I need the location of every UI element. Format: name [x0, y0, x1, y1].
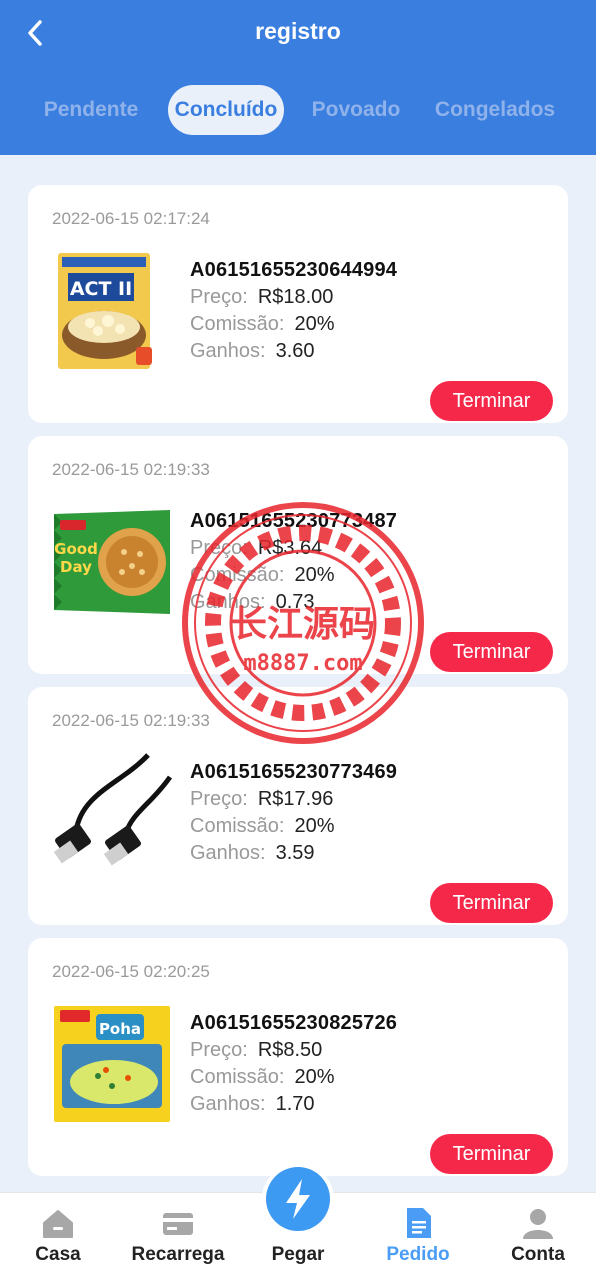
commission-label: Comissão:: [190, 1066, 285, 1088]
tab-bar: Pendente Concluído Povoado Congelados: [0, 85, 596, 135]
earnings-label: Ganhos:: [190, 1093, 266, 1115]
nav-pegar-label: Pegar: [271, 1244, 325, 1265]
nav-recarrega-label: Recarrega: [131, 1244, 225, 1265]
order-time: 2022-06-15 02:17:24: [52, 209, 210, 228]
tab-concluido[interactable]: Concluído: [168, 85, 284, 135]
price-label: Preço:: [190, 1039, 248, 1061]
commission-value: 20%: [294, 313, 335, 335]
lightning-icon: [266, 1167, 330, 1231]
terminar-button[interactable]: Terminar: [430, 632, 553, 672]
pegar-center-button[interactable]: [262, 1163, 334, 1235]
commission-value: 20%: [294, 1066, 335, 1088]
header-bar: registro Pendente Concluído Povoado Cong…: [0, 0, 596, 155]
earnings-label: Ganhos:: [190, 591, 266, 613]
terminar-button[interactable]: Terminar: [430, 883, 553, 923]
price-label: Preço:: [190, 788, 248, 810]
price-label: Preço:: [190, 286, 248, 308]
document-icon: [400, 1205, 436, 1241]
svg-text:Good: Good: [54, 540, 98, 558]
tab-congelados[interactable]: Congelados: [432, 85, 558, 135]
earnings-label: Ganhos:: [190, 340, 266, 362]
card-icon: [160, 1205, 196, 1241]
order-card: 2022-06-15 02:17:24 ACT II A061516552306…: [28, 185, 568, 423]
svg-text:Day: Day: [60, 558, 92, 576]
nav-pedido-label: Pedido: [386, 1244, 450, 1265]
nav-casa-label: Casa: [35, 1244, 81, 1265]
earnings-value: 3.60: [275, 340, 315, 362]
order-card: 2022-06-15 02:19:33 A06151655230773469 P…: [28, 687, 568, 925]
order-card: 2022-06-15 02:19:33 Good Day A0615165523…: [28, 436, 568, 674]
svg-text:ACT II: ACT II: [70, 278, 132, 300]
earnings-value: 0.73: [275, 591, 315, 613]
nav-pedido[interactable]: Pedido: [358, 1193, 478, 1271]
order-time: 2022-06-15 02:19:33: [52, 460, 210, 479]
earnings-value: 1.70: [275, 1093, 315, 1115]
page-title: registro: [255, 18, 341, 44]
order-id: A06151655230773487: [190, 510, 398, 532]
price-value: R$18.00: [257, 286, 334, 308]
order-info: A06151655230644994 Preço: R$18.00 Comissã…: [190, 259, 397, 363]
commission-label: Comissão:: [190, 815, 285, 837]
earnings-value: 3.59: [275, 842, 315, 864]
tab-povoado[interactable]: Povoado: [308, 85, 404, 135]
order-info: A06151655230773469 Preço: R$17.96 Comissã…: [190, 761, 397, 865]
order-id: A06151655230644994: [190, 259, 398, 281]
product-image: ACT II: [52, 251, 172, 371]
commission-label: Comissão:: [190, 313, 285, 335]
order-info: A06151655230773487 Preço: R$3.64 Comissão…: [190, 510, 397, 614]
user-icon: [520, 1205, 556, 1241]
earnings-label: Ganhos:: [190, 842, 266, 864]
home-icon: [40, 1205, 76, 1241]
product-image: Poha: [52, 1004, 172, 1124]
order-time: 2022-06-15 02:19:33: [52, 711, 210, 730]
terminar-button[interactable]: Terminar: [430, 381, 553, 421]
order-info: A06151655230825726 Preço: R$8.50 Comissão…: [190, 1012, 397, 1116]
commission-value: 20%: [294, 815, 335, 837]
order-card: 2022-06-15 02:20:25 Poha A06151655230825…: [28, 938, 568, 1176]
commission-value: 20%: [294, 564, 335, 586]
product-image: Good Day: [52, 502, 172, 622]
nav-casa[interactable]: Casa: [0, 1193, 118, 1271]
nav-conta[interactable]: Conta: [478, 1193, 596, 1271]
order-time: 2022-06-15 02:20:25: [52, 962, 210, 981]
product-image: [52, 753, 173, 873]
order-id: A06151655230773469: [190, 761, 398, 783]
nav-recarrega[interactable]: Recarrega: [118, 1193, 238, 1271]
price-value: R$8.50: [257, 1039, 323, 1061]
svg-text:Poha: Poha: [99, 1020, 141, 1038]
commission-label: Comissão:: [190, 564, 285, 586]
price-label: Preço:: [190, 537, 248, 559]
tab-pendente[interactable]: Pendente: [36, 85, 146, 135]
price-value: R$3.64: [257, 537, 323, 559]
price-value: R$17.96: [257, 788, 334, 810]
nav-conta-label: Conta: [511, 1244, 565, 1265]
terminar-button[interactable]: Terminar: [430, 1134, 553, 1174]
order-id: A06151655230825726: [190, 1012, 398, 1034]
